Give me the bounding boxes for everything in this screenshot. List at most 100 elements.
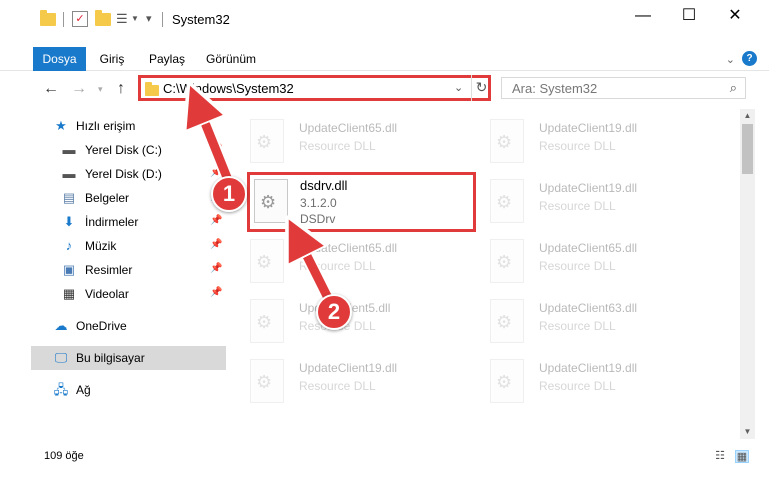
new-folder-icon[interactable] [95, 10, 111, 27]
list-item[interactable]: ⚙ UpdateClient65.dll Resource DLL [468, 233, 698, 291]
navigation-bar: ← → ▾ ↑ C:\Windows\System32 ⌄ ↻ Ara: Sys… [0, 72, 769, 106]
sidebar-item-label: Bu bilgisayar [76, 351, 145, 365]
file-name: UpdateClient19.dll [539, 361, 638, 375]
file-name: UpdateClient63.dll [539, 301, 638, 315]
computer-icon: 🖵 [54, 350, 68, 365]
ribbon-tabs: Dosya Giriş Paylaş Görünüm ⌄ ? [0, 47, 769, 71]
file-type: Resource DLL [539, 319, 616, 333]
drive-icon: ▬ [62, 142, 76, 157]
file-version: 3.1.2.0 [300, 196, 337, 210]
dll-file-icon: ⚙ [250, 359, 284, 403]
sidebar-item-disk-d[interactable]: ▬ Yerel Disk (D:) 📌 [31, 162, 226, 186]
sidebar-item-videos[interactable]: ▦ Videolar 📌 [31, 282, 226, 306]
file-name: UpdateClient19.dll [539, 121, 638, 135]
sidebar-item-label: Müzik [85, 239, 117, 253]
tab-share[interactable]: Paylaş [142, 47, 192, 71]
status-bar: 109 öğe ☷ ▦ [31, 446, 756, 468]
pin-icon[interactable]: 📌 [210, 167, 222, 178]
sidebar-item-music[interactable]: ♪ Müzik 📌 [31, 234, 226, 258]
sidebar-item-label: Resimler [85, 263, 133, 277]
tab-home[interactable]: Giriş [92, 47, 132, 71]
sidebar-item-documents[interactable]: ▤ Belgeler 📌 [31, 186, 226, 210]
window-title: System32 [172, 12, 230, 27]
sidebar-item-this-pc[interactable]: 🖵 Bu bilgisayar [31, 346, 226, 370]
search-input[interactable]: Ara: System32 ⌕ [501, 77, 746, 99]
dll-file-icon: ⚙ [490, 119, 524, 163]
properties-icon[interactable]: ✓ [72, 11, 88, 27]
dll-file-icon: ⚙ [490, 359, 524, 403]
details-view-icon[interactable]: ☷ [713, 450, 727, 463]
scroll-up-icon[interactable]: ▲ [740, 109, 755, 123]
forward-button[interactable]: → [71, 80, 87, 98]
list-item[interactable]: ⚙ UpdateClient19.dll Resource DLL [468, 113, 698, 171]
file-type: Resource DLL [539, 139, 616, 153]
recent-locations-icon[interactable]: ▾ [98, 84, 103, 95]
dll-file-icon: ⚙ [254, 179, 288, 223]
step-2-badge: 2 [316, 294, 352, 330]
list-item[interactable]: ⚙ UpdateClient65.dll Resource DLL [228, 233, 458, 291]
dll-file-icon: ⚙ [250, 299, 284, 343]
address-path[interactable]: C:\Windows\System32 [163, 81, 294, 96]
drive-icon: ▬ [62, 166, 76, 181]
list-item[interactable]: ⚙ UpdateClient19.dll Resource DLL [468, 353, 698, 411]
folder-icon [145, 82, 159, 96]
help-icon[interactable]: ? [742, 51, 757, 66]
cloud-icon: ☁ [54, 318, 68, 333]
pin-icon[interactable]: 📌 [210, 239, 222, 250]
list-item[interactable]: ⚙ UpdateClient19.dll Resource DLL [228, 353, 458, 411]
step-1-badge: 1 [211, 176, 247, 212]
large-icons-view-icon[interactable]: ▦ [735, 450, 749, 463]
folder-icon [40, 10, 56, 27]
network-icon: 🖧 [53, 382, 69, 397]
close-button[interactable]: ✕ [712, 0, 758, 32]
file-type: Resource DLL [539, 199, 616, 213]
sidebar-item-downloads[interactable]: ⬇ İndirmeler 📌 [31, 210, 226, 234]
sidebar-item-network[interactable]: 🖧 Ağ [31, 378, 226, 402]
pin-icon[interactable]: 📌 [210, 215, 222, 226]
list-item[interactable]: ⚙ UpdateClient19.dll Resource DLL [468, 173, 698, 231]
sidebar-item-disk-c[interactable]: ▬ Yerel Disk (C:) 📌 [31, 138, 226, 162]
sidebar-item-onedrive[interactable]: ☁ OneDrive [31, 314, 226, 338]
chevron-down-icon[interactable]: ▼ [131, 11, 147, 27]
list-item[interactable]: ⚙ UpdateClient65.dll Resource DLL [228, 113, 458, 171]
file-name: UpdateClient65.dll [299, 121, 398, 135]
tab-file[interactable]: Dosya [33, 47, 86, 71]
navigation-pane: ★ Hızlı erişim ▬ Yerel Disk (C:) 📌 ▬ Yer… [31, 109, 226, 439]
file-description: DSDrv [300, 212, 336, 226]
file-type: Resource DLL [299, 379, 376, 393]
highlighted-file-dsdrv[interactable]: ⚙ dsdrv.dll 3.1.2.0 DSDrv [247, 172, 476, 232]
dll-file-icon: ⚙ [250, 119, 284, 163]
sidebar-item-label: Hızlı erişim [76, 119, 136, 133]
chevron-down-icon[interactable]: ⌄ [454, 81, 463, 94]
sidebar-item-quick-access[interactable]: ★ Hızlı erişim [31, 114, 226, 138]
documents-icon: ▤ [62, 190, 76, 205]
pin-icon[interactable]: 📌 [210, 143, 222, 154]
customize-quick-access-icon[interactable]: ☰ [116, 11, 132, 27]
vertical-scrollbar[interactable]: ▲ ▼ [740, 109, 755, 439]
scroll-down-icon[interactable]: ▼ [740, 425, 755, 439]
expand-ribbon-icon[interactable]: ⌄ [726, 53, 735, 66]
refresh-icon[interactable]: ↻ [471, 75, 491, 101]
list-item[interactable]: ⚙ UpdateClient63.dll Resource DLL [468, 293, 698, 351]
up-button[interactable]: ↑ [117, 80, 125, 98]
dropdown-icon[interactable]: ▾ [146, 11, 162, 27]
address-bar[interactable]: C:\Windows\System32 ⌄ ↻ [138, 75, 491, 101]
divider [162, 12, 163, 27]
minimize-button[interactable]: — [620, 0, 666, 32]
tab-view[interactable]: Görünüm [200, 47, 262, 71]
star-icon: ★ [55, 118, 67, 133]
file-type: Resource DLL [539, 259, 616, 273]
file-type: Resource DLL [539, 379, 616, 393]
search-icon[interactable]: ⌕ [730, 80, 737, 96]
sidebar-item-pictures[interactable]: ▣ Resimler 📌 [31, 258, 226, 282]
sidebar-item-label: Videolar [85, 287, 129, 301]
sidebar-item-label: Belgeler [85, 191, 130, 205]
scroll-thumb[interactable] [742, 124, 753, 174]
file-list: ⚙ UpdateClient65.dll Resource DLL ⚙ Upda… [228, 109, 740, 439]
pin-icon[interactable]: 📌 [210, 287, 222, 298]
sidebar-item-label: Yerel Disk (D:) [85, 167, 162, 181]
pin-icon[interactable]: 📌 [210, 263, 222, 274]
sidebar-item-label: Ağ [76, 383, 91, 397]
maximize-button[interactable]: ☐ [666, 0, 712, 32]
back-button[interactable]: ← [43, 80, 59, 98]
